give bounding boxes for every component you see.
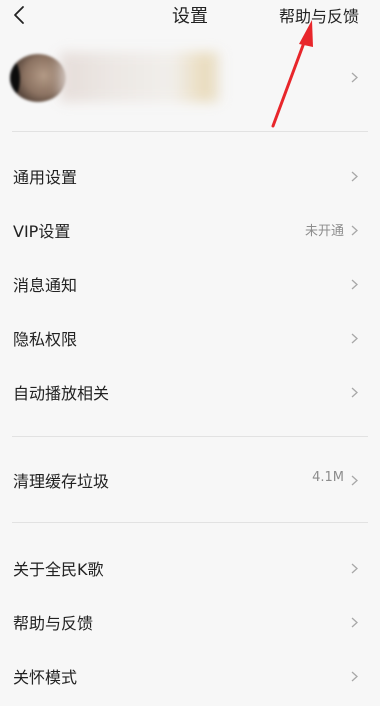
blurred-profile-info [60,52,220,102]
settings-item-label: 隐私权限 [13,330,78,349]
settings-item-notifications[interactable]: 消息通知 [0,260,380,308]
divider [12,522,368,523]
settings-item-label: 通用设置 [13,168,78,187]
chevron-right-icon [351,475,358,486]
settings-item-label: 帮助与反馈 [13,614,94,633]
avatar [10,54,66,102]
chevron-right-icon [351,671,358,682]
chevron-right-icon [351,333,358,344]
settings-page: 设置 帮助与反馈 通用设置 VIP设置 未开通 消息通知 隐私权限 自动播放相关… [0,0,380,706]
back-arrow-icon[interactable] [10,4,32,26]
profile-row[interactable] [0,50,380,104]
settings-item-vip[interactable]: VIP设置 未开通 [0,206,380,254]
settings-item-label: 关怀模式 [13,668,78,687]
chevron-right-icon [351,171,358,182]
settings-item-privacy[interactable]: 隐私权限 [0,314,380,362]
chevron-right-icon [351,279,358,290]
settings-item-general[interactable]: 通用设置 [0,152,380,200]
chevron-right-icon [351,563,358,574]
help-feedback-link[interactable]: 帮助与反馈 [279,3,359,27]
vip-status-value: 未开通 [304,224,344,239]
settings-item-autoplay[interactable]: 自动播放相关 [0,368,380,416]
top-bar: 设置 帮助与反馈 [0,0,380,30]
chevron-right-icon [351,387,358,398]
settings-item-label: 清理缓存垃圾 [13,472,110,491]
chevron-right-icon [351,72,358,83]
chevron-right-icon [351,617,358,628]
divider [12,436,368,437]
settings-item-clear-cache[interactable]: 清理缓存垃圾 4.1M [0,456,380,504]
settings-item-label: 关于全民K歌 [13,560,104,579]
settings-item-help-feedback[interactable]: 帮助与反馈 [0,598,380,646]
settings-item-label: 自动播放相关 [13,384,110,403]
cache-size-value: 4.1M [312,470,344,485]
chevron-right-icon [351,225,358,236]
divider [12,131,368,132]
settings-item-label: 消息通知 [13,276,78,295]
settings-item-about[interactable]: 关于全民K歌 [0,544,380,592]
settings-item-label: VIP设置 [13,222,71,241]
settings-item-care-mode[interactable]: 关怀模式 [0,652,380,700]
